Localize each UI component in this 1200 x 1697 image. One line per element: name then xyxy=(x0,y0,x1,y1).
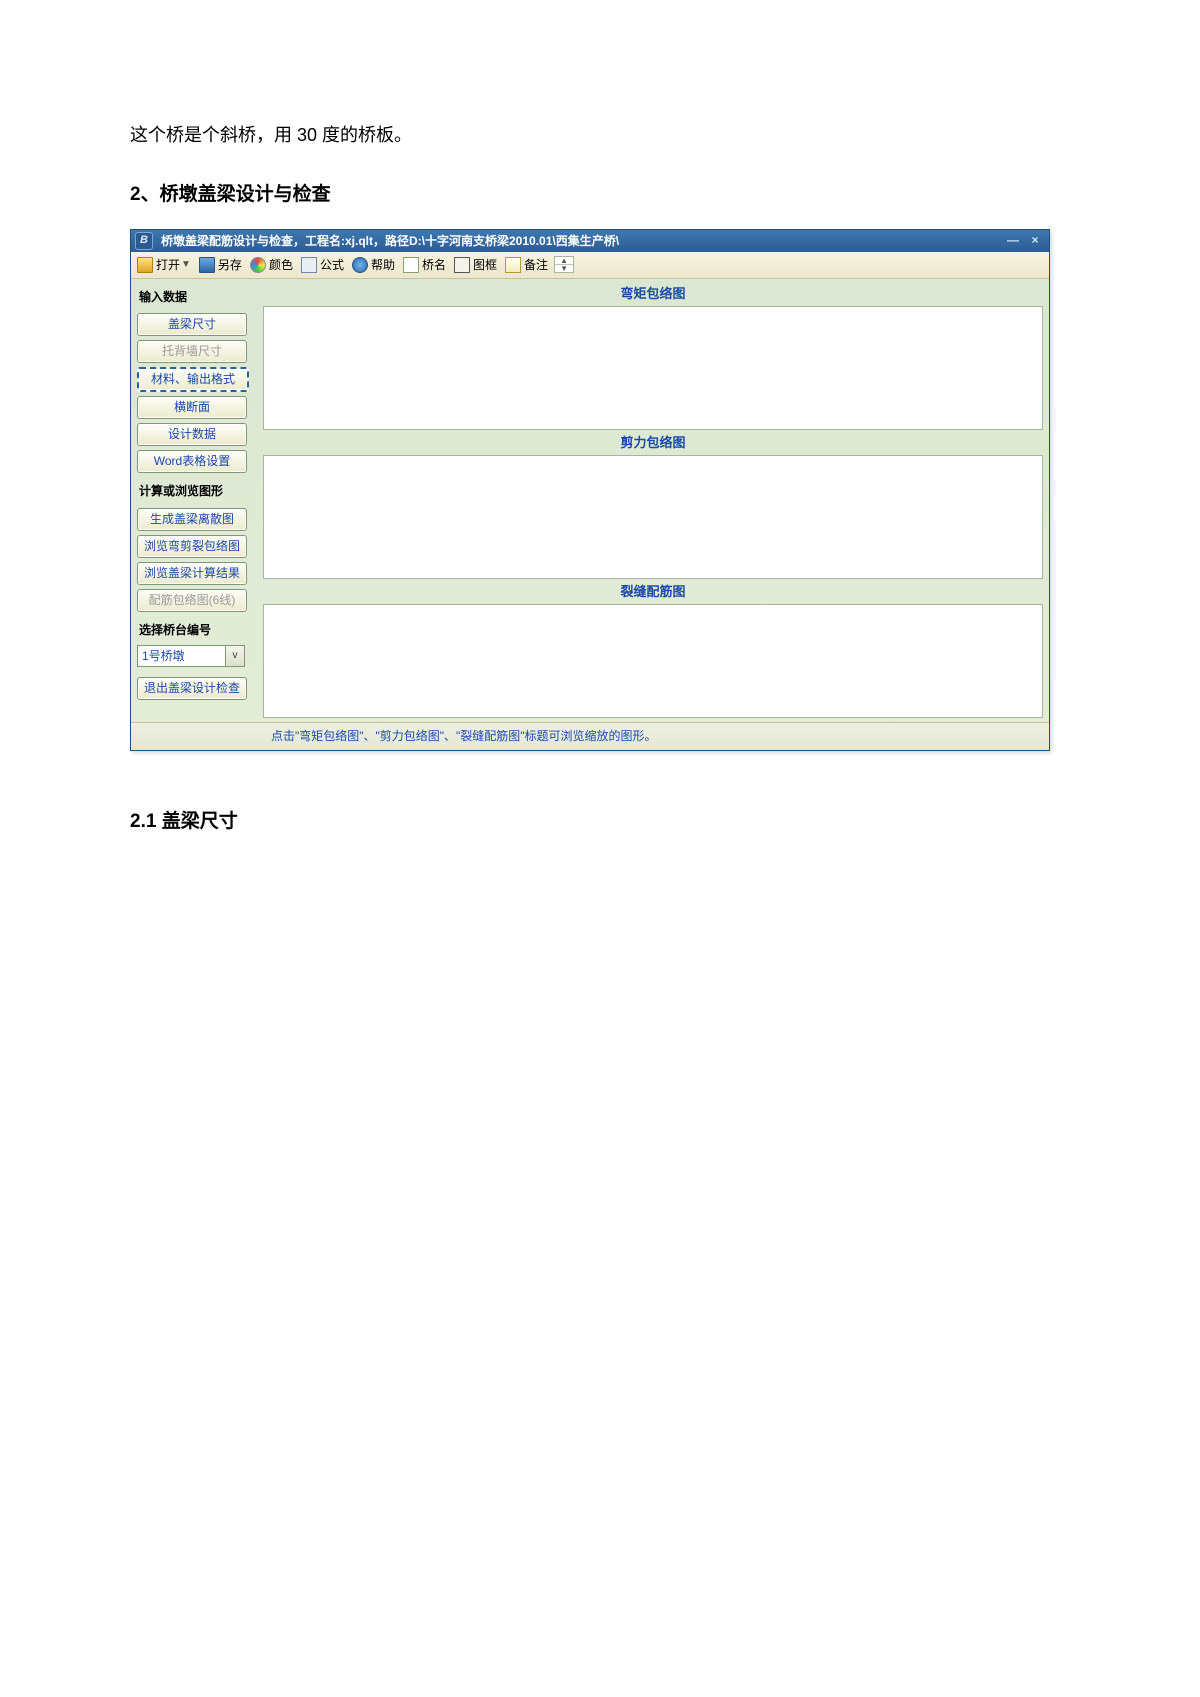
btn-design-data[interactable]: 设计数据 xyxy=(137,423,247,446)
btn-cross-section[interactable]: 横断面 xyxy=(137,396,247,419)
minimize-button[interactable]: — xyxy=(1003,234,1023,248)
saveas-button[interactable]: 另存 xyxy=(199,255,242,275)
close-button[interactable]: × xyxy=(1025,234,1045,248)
moment-envelope-title[interactable]: 弯矩包络图 xyxy=(263,281,1043,306)
spinner-control[interactable]: ▲ ▼ xyxy=(554,256,574,273)
window-title: 桥墩盖梁配筋设计与检查，工程名:xj.qlt，路径D:\十字河南支桥梁2010.… xyxy=(161,231,619,251)
bridgename-button[interactable]: 桥名 xyxy=(403,255,446,275)
color-button[interactable]: 颜色 xyxy=(250,255,293,275)
main-plot-area: 弯矩包络图 剪力包络图 裂缝配筋图 xyxy=(263,281,1047,720)
btn-generate-discrete[interactable]: 生成盖梁离散图 xyxy=(137,508,247,531)
titlebar: B 桥墩盖梁配筋设计与检查，工程名:xj.qlt，路径D:\十字河南支桥梁201… xyxy=(131,230,1049,252)
note-button[interactable]: 备注 xyxy=(505,255,548,275)
intro-text: 这个桥是个斜桥，用 30 度的桥板。 xyxy=(130,120,1070,151)
btn-word-table[interactable]: Word表格设置 xyxy=(137,450,247,473)
btn-beam-dim[interactable]: 盖梁尺寸 xyxy=(137,313,247,336)
chevron-down-icon[interactable]: v xyxy=(226,645,245,667)
btn-rebar-envelope: 配筋包络图(6线) xyxy=(137,589,247,612)
pier-select-value: 1号桥墩 xyxy=(137,645,226,667)
toolbar: 打开 ▼ 另存 颜色 公式 帮助 桥名 xyxy=(131,252,1049,279)
open-button[interactable]: 打开 ▼ xyxy=(137,255,191,275)
btn-bearing-dim: 托背墙尺寸 xyxy=(137,340,247,363)
shear-envelope-title[interactable]: 剪力包络图 xyxy=(263,430,1043,455)
btn-view-envelope[interactable]: 浏览弯剪裂包络图 xyxy=(137,535,247,558)
app-window: B 桥墩盖梁配筋设计与检查，工程名:xj.qlt，路径D:\十字河南支桥梁201… xyxy=(130,229,1050,751)
frame-button[interactable]: 图框 xyxy=(454,255,497,275)
note-icon xyxy=(505,257,521,273)
palette-icon xyxy=(250,257,266,273)
btn-material-output[interactable]: 材料、输出格式 xyxy=(137,367,249,392)
crack-plot[interactable] xyxy=(263,604,1043,718)
help-icon xyxy=(352,257,368,273)
btn-exit[interactable]: 退出盖梁设计检查 xyxy=(137,677,247,700)
spin-up-icon[interactable]: ▲ xyxy=(555,257,573,264)
formula-button[interactable]: 公式 xyxy=(301,255,344,275)
status-bar: 点击"弯矩包络图"、"剪力包络图"、"裂缝配筋图"标题可浏览缩放的图形。 xyxy=(131,722,1049,749)
shear-plot[interactable] xyxy=(263,455,1043,579)
section-2-1-heading: 2.1 盖梁尺寸 xyxy=(130,806,1070,838)
crack-rebar-title[interactable]: 裂缝配筋图 xyxy=(263,579,1043,604)
app-logo-icon: B xyxy=(135,232,153,250)
formula-icon xyxy=(301,257,317,273)
open-icon xyxy=(137,257,153,273)
dropdown-caret-icon[interactable]: ▼ xyxy=(181,256,191,273)
sidebar: 输入数据 盖梁尺寸 托背墙尺寸 材料、输出格式 横断面 设计数据 Word表格设… xyxy=(133,281,263,720)
save-icon xyxy=(199,257,215,273)
frame-icon xyxy=(454,257,470,273)
pier-select[interactable]: 1号桥墩 v xyxy=(137,645,245,667)
section-2-heading: 2、桥墩盖梁设计与检查 xyxy=(130,179,1070,211)
btn-view-results[interactable]: 浏览盖梁计算结果 xyxy=(137,562,247,585)
group-pier-label: 选择桥台编号 xyxy=(137,616,259,642)
name-icon xyxy=(403,257,419,273)
group-input-label: 输入数据 xyxy=(137,283,259,309)
spin-down-icon[interactable]: ▼ xyxy=(555,264,573,272)
help-button[interactable]: 帮助 xyxy=(352,255,395,275)
moment-plot[interactable] xyxy=(263,306,1043,430)
group-calc-label: 计算或浏览图形 xyxy=(137,477,259,503)
